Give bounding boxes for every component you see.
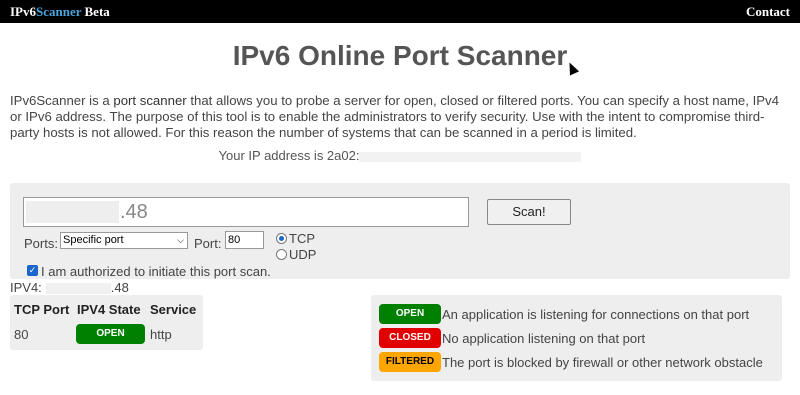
port-input[interactable]: 80	[225, 231, 264, 249]
your-ip-label: Your IP address is 2a02:	[218, 148, 360, 163]
tcp-radio-label: TCP	[289, 231, 315, 246]
ipv4-line: IPV4: .48	[10, 280, 129, 295]
authorized-label: I am authorized to initiate this port sc…	[41, 264, 271, 279]
legend-filtered-badge: FILTERED	[379, 352, 441, 372]
result-service-cell: http	[150, 327, 172, 342]
ip-redaction	[359, 151, 582, 162]
col-header-tcp-port: TCP Port	[14, 302, 70, 317]
port-scanner-link[interactable]: port scanner	[113, 93, 186, 108]
host-input[interactable]: .48	[23, 197, 469, 227]
udp-radio[interactable]	[276, 249, 287, 260]
intro-paragraph: IPv6Scanner is a port scanner that allow…	[10, 93, 790, 141]
intro-text-start: IPv6Scanner is a	[10, 93, 114, 108]
page-title: IPv6 Online Port Scanner	[232, 40, 568, 71]
brand-scanner-text: Scanner	[36, 4, 82, 19]
legend-open-text: An application is listening for connecti…	[442, 307, 750, 322]
udp-radio-label: UDP	[289, 247, 317, 262]
ports-select[interactable]: Specific port ⌵	[60, 232, 188, 249]
ports-label: Ports:	[24, 236, 58, 251]
result-port-cell: 80	[14, 327, 29, 342]
your-ip-line: Your IP address is 2a02:	[0, 148, 800, 163]
ipv4-label: IPV4:	[10, 280, 42, 295]
legend-filtered-text: The port is blocked by firewall or other…	[442, 355, 763, 370]
tcp-radio[interactable]	[276, 233, 287, 244]
legend-closed-badge: CLOSED	[379, 328, 441, 348]
contact-link[interactable]: Contact	[746, 4, 790, 20]
ipv4-redaction	[45, 283, 111, 295]
authorized-checkbox[interactable]: ✓	[27, 265, 38, 276]
host-input-value: .48	[120, 201, 148, 223]
ports-select-value: Specific port	[63, 234, 124, 246]
legend-closed-text: No application listening on that port	[442, 331, 646, 346]
top-navbar: IPv6Scanner Beta Contact	[0, 0, 800, 23]
col-header-service: Service	[150, 302, 197, 317]
ipv4-value: .48	[110, 280, 129, 295]
result-state-badge: OPEN	[76, 324, 145, 344]
brand-beta-text: Beta	[81, 4, 110, 19]
chevron-down-icon: ⌵	[177, 235, 184, 245]
brand-ipv6-text: IPv6	[10, 4, 36, 19]
col-header-ipv4-state: IPV4 State	[77, 302, 141, 317]
port-label: Port:	[194, 236, 222, 251]
legend-open-badge: OPEN	[379, 304, 441, 324]
host-redaction	[26, 201, 119, 223]
brand-logo-link[interactable]: IPv6Scanner Beta	[10, 4, 110, 20]
scan-button[interactable]: Scan!	[487, 199, 571, 225]
